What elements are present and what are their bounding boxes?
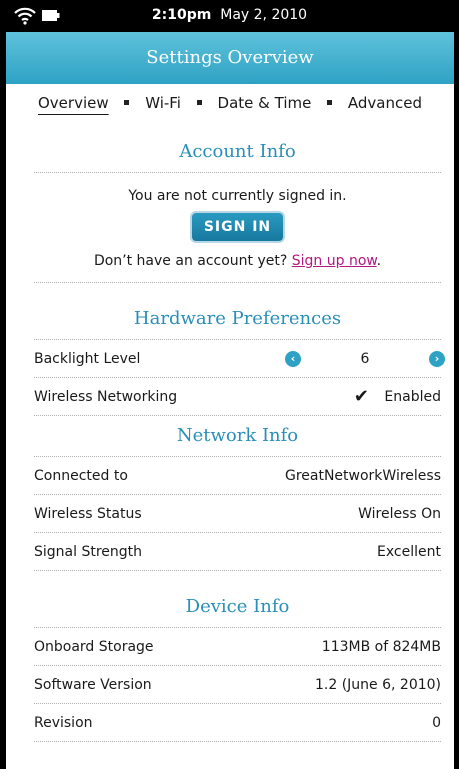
wireless-networking-row: Wireless Networking ✔ Enabled [34, 378, 441, 416]
signup-line: Don’t have an account yet? Sign up now. [34, 253, 441, 269]
tab-bar: Overview Wi-Fi Date & Time Advanced [6, 84, 454, 132]
tab-advanced[interactable]: Advanced [346, 84, 424, 122]
device-label: Revision [34, 714, 93, 731]
network-label: Signal Strength [34, 543, 143, 560]
status-time: 2:10pm [151, 7, 212, 23]
device-label: Software Version [34, 676, 152, 693]
device-row-software: Software Version 1.2 (June 6, 2010) [34, 666, 441, 704]
backlight-decrease-icon[interactable]: ‹ [285, 350, 301, 367]
account-info-title: Account Info [34, 132, 441, 173]
signup-suffix: . [376, 253, 382, 269]
sign-in-button[interactable]: SIGN IN [191, 213, 284, 241]
network-value: Excellent [377, 543, 441, 560]
hardware-preferences-title: Hardware Preferences [34, 299, 441, 340]
network-label: Connected to [34, 467, 128, 484]
network-label: Wireless Status [34, 505, 142, 522]
tab-date-time[interactable]: Date & Time [216, 84, 314, 122]
device-screen: 2:10pm May 2, 2010 Settings Overview Ove… [0, 0, 459, 769]
tab-overview[interactable]: Overview [36, 84, 111, 122]
wireless-state: Enabled [384, 388, 441, 405]
status-clock: 2:10pm May 2, 2010 [0, 7, 459, 23]
tab-wifi[interactable]: Wi-Fi [143, 84, 183, 122]
no-account-text: Don’t have an account yet? [93, 253, 288, 269]
signin-status-text: You are not currently signed in. [128, 188, 347, 204]
device-info-title: Device Info [34, 587, 441, 628]
device-value: 1.2 (June 6, 2010) [314, 676, 441, 693]
device-value: 0 [432, 714, 441, 731]
page-title: Settings Overview [6, 32, 454, 84]
tab-separator [124, 99, 130, 105]
settings-content: Account Info You are not currently signe… [34, 132, 445, 742]
network-row-connected: Connected to GreatNetworkWireless [34, 457, 441, 495]
status-bar: 2:10pm May 2, 2010 [0, 0, 459, 32]
tab-separator [196, 99, 202, 105]
network-row-status: Wireless Status Wireless On [34, 495, 441, 533]
account-info-section: You are not currently signed in. SIGN IN… [34, 173, 441, 283]
device-row-storage: Onboard Storage 113MB of 824MB [34, 628, 441, 666]
network-value: Wireless On [358, 505, 441, 522]
backlight-stepper: ‹ 6 › [285, 350, 445, 367]
status-date: May 2, 2010 [220, 7, 308, 23]
backlight-label: Backlight Level [34, 350, 141, 367]
wireless-networking-label: Wireless Networking [34, 388, 178, 405]
network-info-title: Network Info [34, 416, 441, 457]
network-value: GreatNetworkWireless [284, 467, 441, 484]
wireless-checkbox[interactable]: ✔ [352, 387, 371, 406]
backlight-row: Backlight Level ‹ 6 › [34, 340, 445, 378]
network-row-signal: Signal Strength Excellent [34, 533, 441, 571]
bezel-right [454, 0, 459, 769]
sign-up-link[interactable]: Sign up now [292, 253, 377, 269]
device-value: 113MB of 824MB [321, 638, 441, 655]
tab-separator [327, 99, 333, 105]
device-label: Onboard Storage [34, 638, 154, 655]
wireless-toggle: ✔ Enabled [352, 387, 441, 406]
device-row-revision: Revision 0 [34, 704, 441, 742]
backlight-value: 6 [360, 350, 370, 367]
backlight-increase-icon[interactable]: › [428, 350, 445, 367]
